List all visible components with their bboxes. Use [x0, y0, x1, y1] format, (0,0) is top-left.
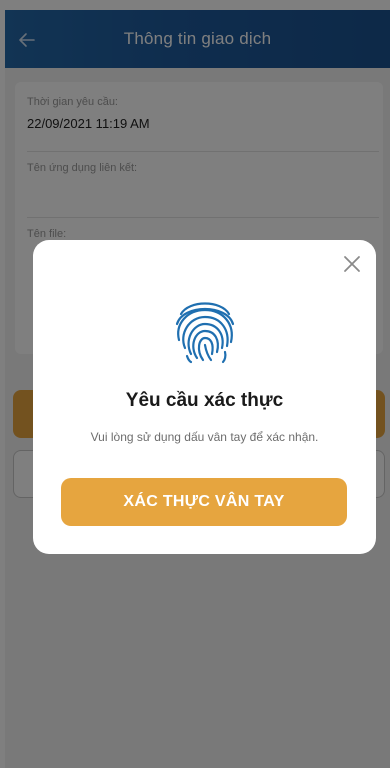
modal-title: Yêu cầu xác thực — [125, 390, 284, 411]
auth-modal: Yêu cầu xác thực Vui lòng sử dụng dấu vâ… — [33, 240, 376, 554]
close-icon — [344, 256, 360, 272]
fingerprint-icon — [175, 302, 235, 364]
close-button[interactable] — [338, 250, 366, 278]
modal-description: Vui lòng sử dụng dấu vân tay để xác nhận… — [90, 430, 319, 444]
fingerprint-auth-button[interactable]: XÁC THỰC VÂN TAY — [61, 478, 347, 526]
